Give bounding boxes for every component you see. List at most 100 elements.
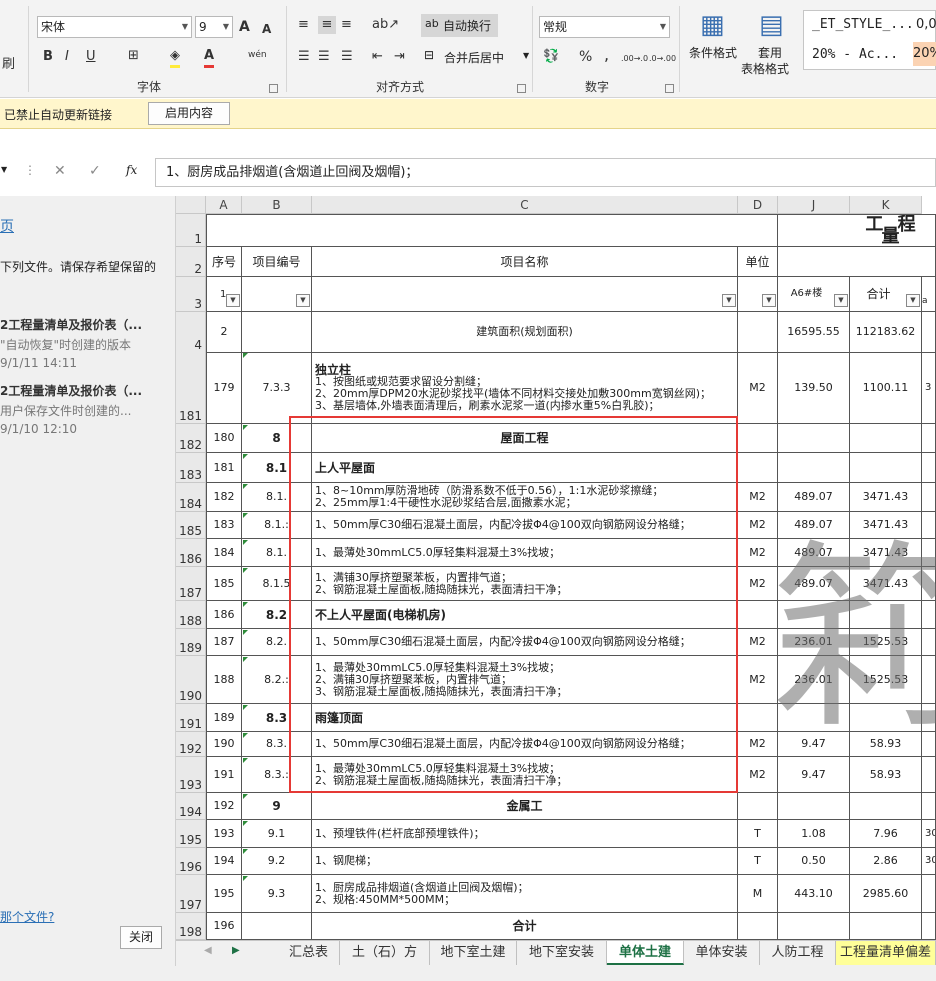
table-cell-k[interactable]	[850, 424, 922, 453]
font-name-select[interactable]: 宋体 ▼	[37, 16, 192, 38]
bold-button[interactable]: B	[43, 48, 53, 66]
table-cell-d[interactable]: M	[738, 875, 778, 913]
table-cell-l[interactable]	[922, 875, 936, 913]
table-cell-c[interactable]: 上人平屋面	[312, 453, 738, 483]
row-header[interactable]: 190	[176, 656, 206, 704]
format-painter-label[interactable]: 刷	[2, 56, 15, 74]
table-cell-c[interactable]: 1、50mm厚C30细石混凝土面层，内配冷拔Φ4@100双向钢筋网设分格缝；	[312, 512, 738, 539]
table-cell-c[interactable]: 1、最薄处30mmLC5.0厚轻集料混凝土3%找坡；	[312, 539, 738, 567]
table-cell-j[interactable]	[778, 793, 850, 820]
align-middle-icon[interactable]: ≡	[318, 16, 336, 34]
table-cell-k[interactable]	[850, 704, 922, 732]
table-cell-b[interactable]: 9	[242, 793, 312, 820]
table-cell-c[interactable]: 1、50mm厚C30细石混凝土面层，内配冷拔Φ4@100双向钢筋网设分格缝；	[312, 629, 738, 656]
table-cell-k[interactable]: 7.96	[850, 820, 922, 848]
table-cell-d[interactable]: M2	[738, 656, 778, 704]
table-cell-j[interactable]: 139.50	[778, 352, 850, 424]
table-cell-j[interactable]	[778, 601, 850, 629]
grow-font-button[interactable]: A	[239, 18, 250, 36]
wrap-text-button[interactable]: ab 自动换行	[421, 14, 498, 37]
merge-center-button[interactable]: ⊟ 合并后居中 ▼	[424, 46, 536, 68]
table-cell-j[interactable]: 1.08	[778, 820, 850, 848]
table-cell-b[interactable]: 9.3	[242, 875, 312, 913]
filter-dropdown-k[interactable]: ▼	[906, 294, 920, 307]
table-cell-c[interactable]: 1、最薄处30mmLC5.0厚轻集料混凝土3%找坡； 2、满铺30厚挤塑聚苯板，内…	[312, 656, 738, 704]
row-header[interactable]: 184	[176, 483, 206, 512]
table-cell-b[interactable]: 8.1.:	[242, 512, 312, 539]
cell-styles-gallery[interactable]: _ET_STYLE_... 0,0 20% - Ac... 20%	[803, 10, 936, 70]
table-cell-b[interactable]: 8.2	[242, 601, 312, 629]
style-et[interactable]: _ET_STYLE_...	[812, 17, 914, 32]
table-cell-a[interactable]: 180	[206, 424, 242, 453]
table-cell-c[interactable]: 合计	[312, 913, 738, 940]
table-cell-b[interactable]: 8.3	[242, 704, 312, 732]
style-comma[interactable]: 0,0	[916, 17, 936, 32]
table-cell-a[interactable]: 195	[206, 875, 242, 913]
table-cell-j[interactable]: 16595.55	[778, 312, 850, 353]
align-bottom-icon[interactable]: ≡	[341, 16, 352, 34]
sheet-tab[interactable]: 地下室土建	[430, 941, 517, 965]
table-cell-c[interactable]: 1、预埋铁件(栏杆底部预埋铁件)；	[312, 820, 738, 848]
corner-select-all[interactable]	[176, 196, 206, 214]
row-header[interactable]: 191	[176, 704, 206, 732]
table-cell-j[interactable]: 0.50	[778, 848, 850, 875]
align-left-icon[interactable]: ☰	[298, 48, 310, 66]
table-cell-c[interactable]: 金属工	[312, 793, 738, 820]
format-as-table-button[interactable]: ▤ 套用 表格格式	[741, 10, 803, 80]
percent-button[interactable]: %	[579, 48, 592, 66]
filter-dropdown-c[interactable]: ▼	[722, 294, 736, 307]
close-pane-button[interactable]: 关闭	[120, 926, 162, 949]
table-cell-j[interactable]: 9.47	[778, 732, 850, 757]
align-right-icon[interactable]: ☰	[341, 48, 353, 66]
table-cell-c[interactable]: 1、50mm厚C30细石混凝土面层，内配冷拔Φ4@100双向钢筋网设分格缝；	[312, 732, 738, 757]
table-cell-l[interactable]	[922, 483, 936, 512]
sheet-tab[interactable]: 汇总表	[278, 941, 340, 965]
table-cell-b[interactable]: 8.1.5	[242, 567, 312, 601]
table-cell-k[interactable]: 2.86	[850, 848, 922, 875]
table-cell-b[interactable]: 8.1	[242, 453, 312, 483]
table-cell-d[interactable]: T	[738, 820, 778, 848]
enable-content-button[interactable]: 启用内容	[148, 102, 230, 125]
table-cell-j[interactable]	[778, 913, 850, 940]
table-cell-a[interactable]: 185	[206, 567, 242, 601]
table-cell-l[interactable]	[922, 656, 936, 704]
table-cell-d[interactable]: M2	[738, 539, 778, 567]
table-cell-d[interactable]: M2	[738, 629, 778, 656]
table-cell-b[interactable]	[242, 312, 312, 353]
header-name[interactable]: 项目名称	[312, 247, 738, 277]
table-cell-c[interactable]: 1、钢爬梯；	[312, 848, 738, 875]
table-cell-c[interactable]: 雨篷顶面	[312, 704, 738, 732]
header-blank-l[interactable]	[922, 247, 936, 277]
row-header[interactable]: 185	[176, 512, 206, 539]
fill-color-icon[interactable]: ◈	[170, 47, 180, 68]
table-cell-l[interactable]	[922, 567, 936, 601]
table-cell-b[interactable]: 8.1.	[242, 483, 312, 512]
table-cell-k[interactable]: 3471.43	[850, 483, 922, 512]
row-header[interactable]: 195	[176, 820, 206, 848]
table-cell-l[interactable]: 3	[922, 352, 936, 424]
table-cell-j[interactable]: 489.07	[778, 483, 850, 512]
table-cell-l[interactable]	[922, 757, 936, 793]
table-cell-l[interactable]	[922, 539, 936, 567]
decrease-decimal-button[interactable]: .0→.00	[649, 50, 676, 68]
table-cell-k[interactable]	[850, 601, 922, 629]
comma-button[interactable]: ,	[604, 46, 609, 64]
table-cell-l[interactable]	[922, 512, 936, 539]
filter-c[interactable]	[312, 277, 738, 312]
recovery-file-2[interactable]: 2工程量清单及报价表（... 用户保存文件时创建的... 9/1/10 12:1…	[0, 380, 175, 440]
row-header[interactable]: 2	[176, 247, 206, 277]
table-cell-l[interactable]	[922, 704, 936, 732]
table-cell-a[interactable]: 189	[206, 704, 242, 732]
name-box-arrow-icon[interactable]: ▼	[1, 165, 7, 174]
align-top-icon[interactable]: ≡	[298, 16, 309, 34]
filter-dropdown-a[interactable]: ▼	[226, 294, 240, 307]
table-cell-d[interactable]: M2	[738, 483, 778, 512]
increase-indent-icon[interactable]: ⇥	[394, 48, 405, 66]
table-cell-d[interactable]: M2	[738, 352, 778, 424]
table-cell-k[interactable]: 3471.43	[850, 539, 922, 567]
decrease-indent-icon[interactable]: ⇤	[372, 48, 383, 66]
column-header-k[interactable]: K	[850, 196, 922, 214]
row-header[interactable]: 193	[176, 757, 206, 793]
row-header[interactable]: 182	[176, 424, 206, 453]
row-header[interactable]: 196	[176, 848, 206, 875]
